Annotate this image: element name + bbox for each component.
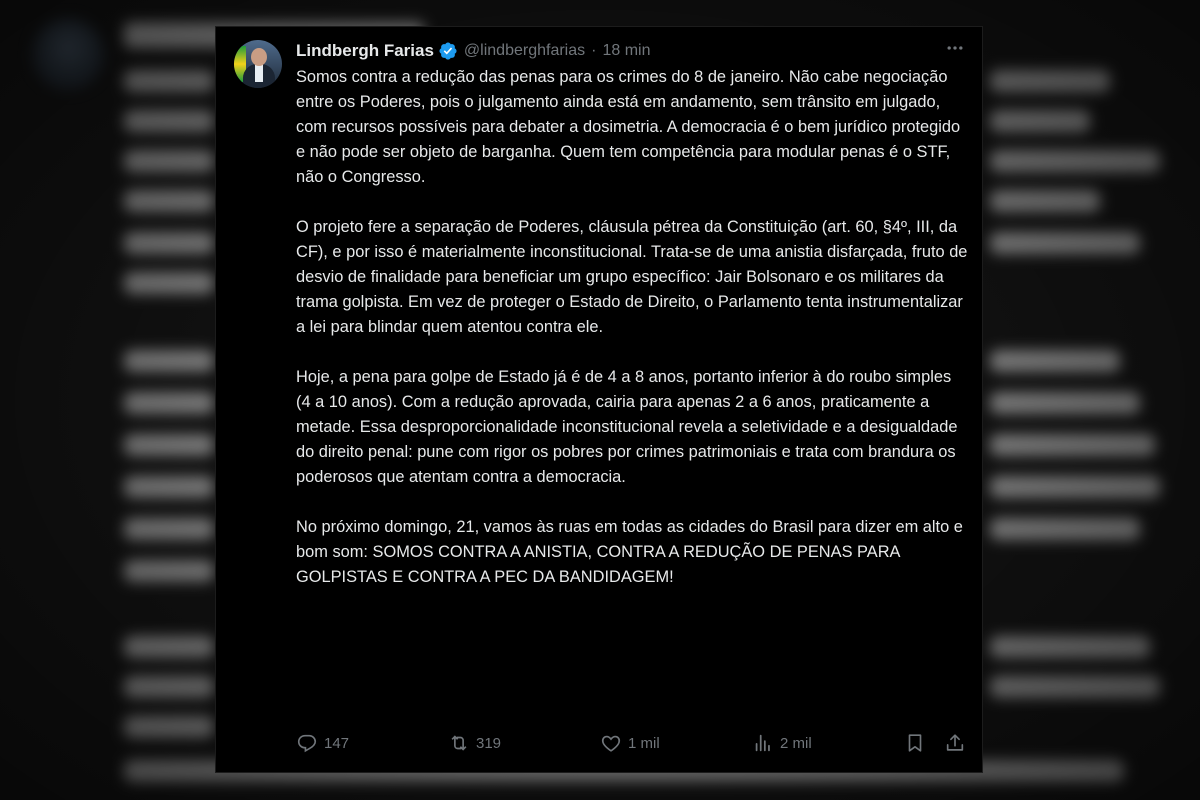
share-icon	[946, 734, 964, 751]
tweet-body: Somos contra a redução das penas para os…	[296, 65, 968, 615]
like-count: 1 mil	[628, 734, 660, 752]
repost-count: 319	[476, 734, 502, 752]
more-options-icon[interactable]	[944, 37, 966, 59]
author-name[interactable]: Lindbergh Farias	[296, 41, 434, 61]
tweet-actions: 147 319 1 mil 2 mil	[296, 731, 968, 755]
avatar-head	[251, 48, 267, 66]
avatar-shirt	[255, 64, 263, 82]
bookmark-icon	[908, 734, 922, 752]
repost-button[interactable]: 319	[448, 731, 501, 755]
tweet-header: Lindbergh Farias @lindberghfarias · 18 m…	[296, 39, 968, 63]
author-handle[interactable]: @lindberghfarias	[464, 42, 585, 60]
like-button[interactable]: 1 mil	[600, 731, 660, 755]
share-button[interactable]	[944, 731, 966, 755]
verified-badge-icon	[438, 41, 458, 61]
tweet-card: Lindbergh Farias @lindberghfarias · 18 m…	[216, 27, 982, 772]
views-count: 2 mil	[780, 734, 812, 752]
reply-count: 147	[324, 734, 350, 752]
tweet-paragraph: O projeto fere a separação de Poderes, c…	[296, 218, 968, 336]
bookmark-button[interactable]	[904, 731, 926, 755]
heart-icon	[601, 735, 621, 752]
views-chart-icon	[755, 734, 770, 752]
repost-icon	[451, 735, 467, 751]
tweet-timestamp[interactable]: 18 min	[602, 42, 650, 60]
separator-dot: ·	[591, 42, 597, 59]
views-button[interactable]: 2 mil	[752, 731, 812, 755]
reply-icon	[297, 734, 317, 753]
tweet-paragraph: Hoje, a pena para golpe de Estado já é d…	[296, 368, 958, 486]
tweet-paragraph: No próximo domingo, 21, vamos às ruas em…	[296, 518, 963, 586]
author-avatar[interactable]	[234, 40, 282, 88]
tweet-paragraph: Somos contra a redução das penas para os…	[296, 68, 961, 186]
reply-button[interactable]: 147	[296, 731, 349, 755]
